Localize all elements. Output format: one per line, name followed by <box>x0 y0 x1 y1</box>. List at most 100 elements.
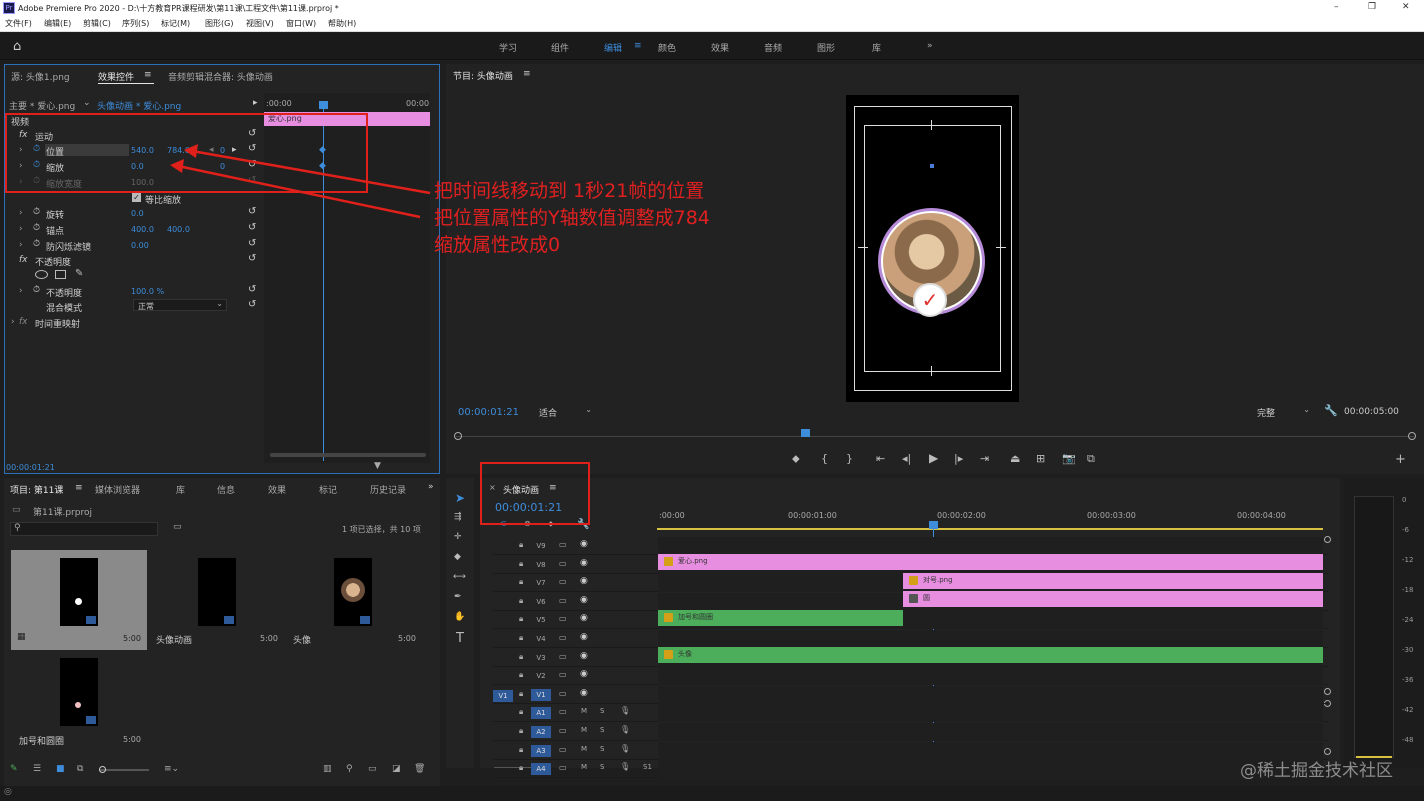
tab-info[interactable]: 信息 <box>217 483 235 496</box>
ripple-edit-tool-icon[interactable]: ✛ <box>454 532 462 542</box>
maximize-button[interactable]: ❐ <box>1368 2 1376 12</box>
tab-project[interactable]: 项目: 第11课 <box>10 483 63 496</box>
track-lane[interactable] <box>658 741 1323 760</box>
anchor-y-value[interactable]: 400.0 <box>167 225 190 234</box>
workspace-menu-icon[interactable]: ≡ <box>634 41 642 51</box>
step-back-icon[interactable]: ◂| <box>902 452 911 465</box>
toggle-sync-lock-icon[interactable]: ▭ <box>559 726 567 735</box>
pen-tool-icon[interactable]: ✒ <box>454 592 462 602</box>
reset-icon[interactable]: ↺ <box>248 222 256 233</box>
mute-button[interactable]: M <box>581 726 587 734</box>
workspace-graphics[interactable]: 图形 <box>817 41 835 54</box>
eye-icon[interactable]: ◉ <box>580 558 588 568</box>
menu-clip[interactable]: 剪辑(C) <box>83 18 111 29</box>
tab-effects[interactable]: 效果 <box>268 483 286 496</box>
track-label[interactable]: V3 <box>531 652 551 664</box>
toggle-output-icon[interactable]: ▭ <box>559 689 567 698</box>
expand-arrow-icon[interactable]: › <box>19 286 23 296</box>
toggle-output-icon[interactable]: ▭ <box>559 559 567 568</box>
hand-tool-icon[interactable]: ✋ <box>454 612 465 622</box>
eye-icon[interactable]: ◉ <box>580 613 588 623</box>
reset-icon[interactable]: ↺ <box>248 238 256 249</box>
toggle-output-icon[interactable]: ▭ <box>559 670 567 679</box>
export-frame-icon[interactable]: 📷 <box>1062 452 1076 465</box>
eye-icon[interactable]: ◉ <box>580 632 588 642</box>
tab-libraries[interactable]: 库 <box>176 483 185 496</box>
scrub-playhead[interactable] <box>801 429 810 437</box>
toggle-sync-lock-icon[interactable]: ▭ <box>559 707 567 716</box>
solo-button[interactable]: S <box>600 726 604 734</box>
stopwatch-icon[interactable]: ⏱ <box>33 207 40 217</box>
selection-tool-icon[interactable]: ➤ <box>455 491 465 505</box>
track-label[interactable]: V5 <box>531 614 551 626</box>
lock-icon[interactable]: 🔒︎ <box>519 577 523 587</box>
stopwatch-icon[interactable]: ⏱ <box>33 239 40 249</box>
filter-icon[interactable]: ▼ <box>374 461 381 471</box>
new-bin-icon[interactable]: ▭ <box>368 764 377 774</box>
toggle-output-icon[interactable]: ▭ <box>559 652 567 661</box>
lock-icon[interactable]: 🔒︎ <box>519 745 523 755</box>
track-label[interactable]: V6 <box>531 596 551 608</box>
tab-markers[interactable]: 标记 <box>319 483 337 496</box>
lock-icon[interactable]: 🔒︎ <box>519 763 523 773</box>
track-lane[interactable] <box>658 760 1323 779</box>
track-lane[interactable] <box>658 704 1323 723</box>
stopwatch-icon[interactable]: ⏱ <box>33 285 40 295</box>
microphone-icon[interactable]: 🎙︎ <box>620 706 630 715</box>
menu-marker[interactable]: 标记(M) <box>161 18 190 29</box>
home-icon[interactable]: ⌂ <box>13 39 21 54</box>
play-icon[interactable]: ▶ <box>929 451 938 465</box>
master-clip-label[interactable]: 主要 * 爱心.png <box>9 99 75 112</box>
track-label[interactable]: A2 <box>531 726 551 738</box>
time-remap-label[interactable]: 时间重映射 <box>35 317 80 330</box>
lock-icon[interactable]: 🔒︎ <box>519 596 523 606</box>
solo-button[interactable]: S <box>600 745 604 753</box>
mute-button[interactable]: M <box>581 707 587 715</box>
lock-icon[interactable]: 🔒︎ <box>519 726 523 736</box>
menu-help[interactable]: 帮助(H) <box>328 18 356 29</box>
lift-icon[interactable]: ⏏ <box>1010 452 1020 465</box>
mark-in-icon[interactable]: { <box>821 452 828 465</box>
source-patch-v1[interactable]: V1 <box>493 689 513 702</box>
flicker-label[interactable]: 防闪烁滤镜 <box>46 240 91 253</box>
automate-to-sequence-icon[interactable]: ▥ <box>323 764 332 774</box>
lock-icon[interactable]: 🔒︎ <box>519 670 523 680</box>
menu-graphics[interactable]: 图形(G) <box>205 18 233 29</box>
menu-sequence[interactable]: 序列(S) <box>122 18 149 29</box>
lock-icon[interactable]: 🔒︎ <box>519 652 523 662</box>
program-monitor-title[interactable]: 节目: 头像动画 <box>453 69 513 82</box>
flicker-value[interactable]: 0.00 <box>131 241 149 250</box>
workspace-editing[interactable]: 编辑 <box>604 41 622 54</box>
sequence-clip-label[interactable]: 头像动画 * 爱心.png <box>97 99 181 112</box>
step-forward-icon[interactable]: |▸ <box>954 452 963 465</box>
toggle-output-icon[interactable]: ▭ <box>559 596 567 605</box>
panel-menu-icon[interactable]: ≡ <box>523 69 531 79</box>
workspace-overflow[interactable]: » <box>927 41 933 51</box>
microphone-icon[interactable]: 🎙︎ <box>620 762 630 771</box>
tab-media-browser[interactable]: 媒体浏览器 <box>95 483 140 496</box>
icon-view-icon[interactable]: ■ <box>56 764 65 774</box>
blend-mode-select[interactable]: 正常 ⌄ <box>133 299 227 311</box>
toggle-output-icon[interactable]: ▭ <box>559 614 567 623</box>
track-label[interactable]: V7 <box>531 577 551 589</box>
eye-icon[interactable]: ◉ <box>580 539 588 549</box>
timeline-ruler[interactable]: :00:00 00:00:01:00 00:00:02:00 00:00:03:… <box>657 508 1323 532</box>
program-scrub-bar[interactable] <box>454 429 1416 441</box>
timeline-playhead-marker[interactable] <box>929 521 938 529</box>
quality-select[interactable]: 完整 ⌄ <box>1253 405 1313 419</box>
add-marker-icon[interactable]: ⬥ <box>792 452 800 466</box>
menu-view[interactable]: 视图(V) <box>246 18 274 29</box>
stopwatch-icon[interactable]: ⏱ <box>33 223 40 233</box>
play-arrow-icon[interactable]: ▸ <box>253 98 258 108</box>
track-label[interactable]: A1 <box>531 707 551 720</box>
microphone-icon[interactable]: 🎙︎ <box>620 725 630 734</box>
slip-tool-icon[interactable]: ⟷ <box>453 572 466 582</box>
track-label[interactable]: V9 <box>531 540 551 552</box>
go-to-out-icon[interactable]: ⇥ <box>980 452 989 465</box>
opacity-group-label[interactable]: 不透明度 <box>35 255 71 268</box>
eye-icon[interactable]: ◉ <box>580 688 588 698</box>
mute-button[interactable]: M <box>581 745 587 753</box>
pencil-icon[interactable]: ✎ <box>10 764 18 774</box>
track-select-tool-icon[interactable]: ⇶ <box>454 512 462 522</box>
comparison-view-icon[interactable]: ⧉ <box>1087 452 1095 466</box>
